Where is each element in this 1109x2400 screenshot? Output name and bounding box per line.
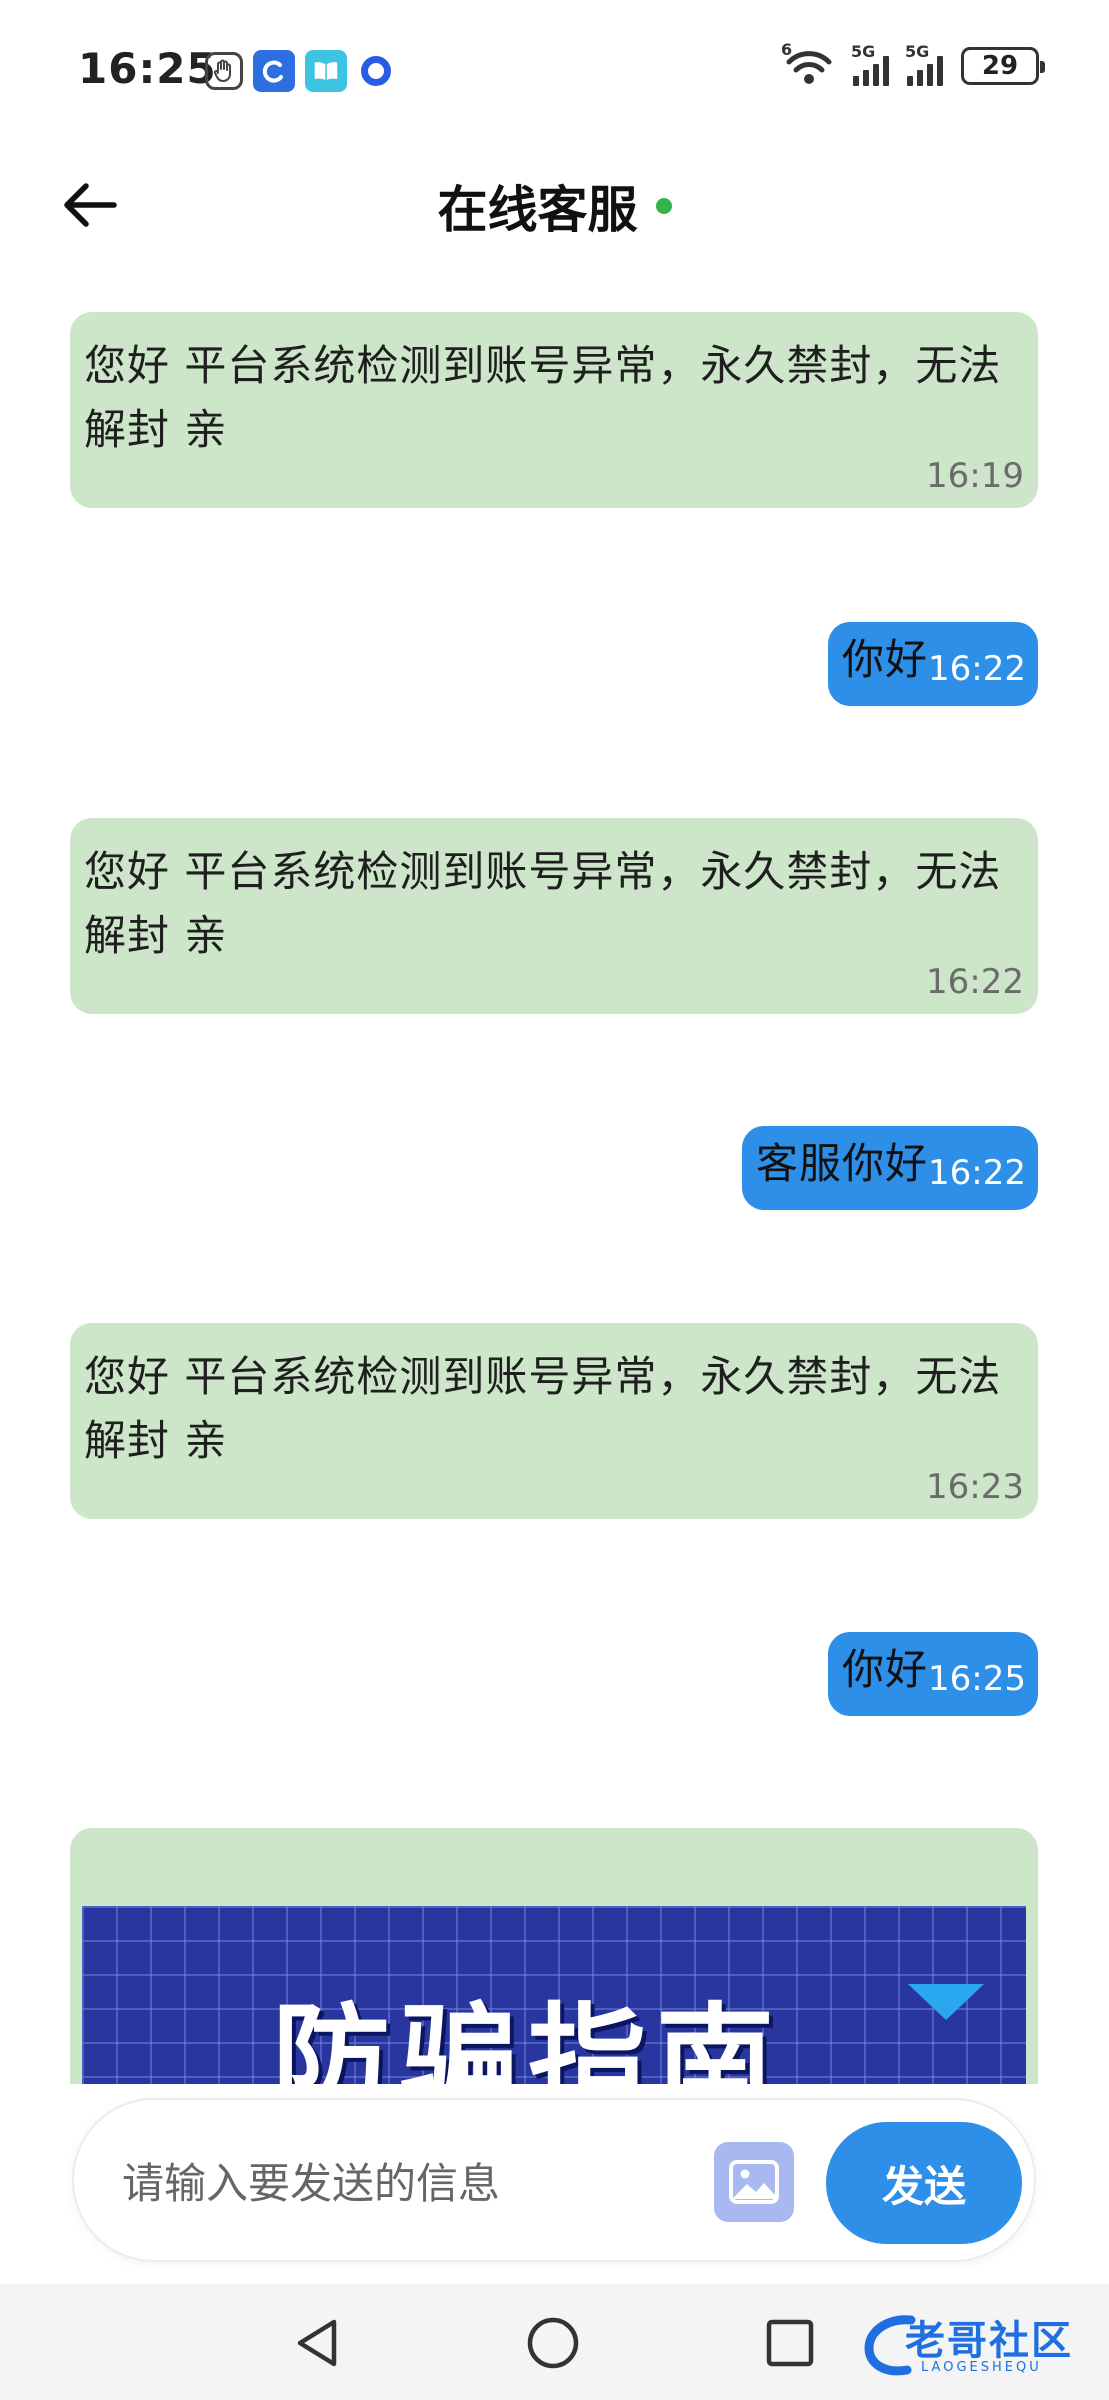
signal-icon-2: 5G <box>905 42 943 86</box>
message-text: 您好 平台系统检测到账号异常，永久禁封，无法解封 亲 <box>84 1352 1002 1465</box>
status-bar: 16:25 6 5G 5G 29 <box>0 0 1109 130</box>
message-input[interactable] <box>122 2148 722 2218</box>
page-title: 在线客服 <box>437 181 638 239</box>
message-text: 您好 平台系统检测到账号异常，永久禁封，无法解封 亲 <box>84 847 1002 960</box>
message-outgoing: 客服你好 16:22 <box>742 1126 1038 1210</box>
watermark-text: 老哥社区 <box>905 2318 1073 2364</box>
system-status-icons: 6 5G 5G 29 <box>781 40 1045 86</box>
triangle-back-icon <box>297 2319 337 2367</box>
battery-level: 29 <box>981 51 1019 81</box>
send-button[interactable]: 发送 <box>826 2122 1022 2244</box>
message-outgoing: 你好 16:25 <box>828 1632 1038 1716</box>
hand-icon <box>205 52 243 90</box>
circle-home-icon <box>527 2317 579 2369</box>
message-time: 16:22 <box>928 649 1026 689</box>
message-time: 16:19 <box>926 456 1024 496</box>
image-picker-button[interactable] <box>714 2142 794 2222</box>
message-time: 16:22 <box>926 962 1024 1002</box>
message-incoming: 您好 平台系统检测到账号异常，永久禁封，无法解封 亲 16:19 <box>70 312 1038 508</box>
system-nav-bar: 老哥社区 LAOGESHEQU <box>0 2284 1109 2400</box>
app-c-icon <box>253 50 295 92</box>
status-time: 16:25 <box>78 44 217 93</box>
anti-fraud-banner[interactable]: 防骗指南 <box>70 1828 1038 2084</box>
book-icon <box>305 50 347 92</box>
message-incoming: 您好 平台系统检测到账号异常，永久禁封，无法解封 亲 16:23 <box>70 1323 1038 1519</box>
online-status-dot <box>655 198 672 214</box>
triangle-down-icon <box>908 1984 984 2020</box>
message-time: 16:23 <box>926 1467 1024 1507</box>
watermark-subtext: LAOGESHEQU <box>921 2360 1042 2375</box>
message-time: 16:22 <box>928 1153 1026 1193</box>
title-group: 在线客服 <box>0 170 1109 242</box>
message-time: 16:25 <box>928 1659 1026 1699</box>
signal-icon-1: 5G <box>851 42 889 86</box>
message-text: 你好 <box>842 1644 929 1694</box>
wifi-badge: 6 <box>781 40 793 59</box>
battery-icon: 29 <box>961 47 1045 85</box>
banner-title: 防骗指南 <box>272 1991 785 2084</box>
watermark-logo: 老哥社区 LAOGESHEQU <box>861 2304 1091 2388</box>
notification-icons <box>205 50 391 92</box>
nav-back-button[interactable] <box>282 2308 352 2378</box>
nav-recents-button[interactable] <box>755 2308 825 2378</box>
wifi-icon: 6 <box>781 40 835 86</box>
chat-header: 在线客服 <box>0 140 1109 270</box>
square-recents-icon <box>766 2319 814 2367</box>
nav-home-button[interactable] <box>518 2308 588 2378</box>
message-outgoing: 你好 16:22 <box>828 622 1038 706</box>
banner-image: 防骗指南 <box>82 1906 1026 2084</box>
ring-icon <box>361 56 391 86</box>
message-text: 您好 平台系统检测到账号异常，永久禁封，无法解封 亲 <box>84 341 1002 454</box>
message-text: 客服你好 <box>756 1138 929 1188</box>
image-icon <box>729 2160 779 2204</box>
message-incoming: 您好 平台系统检测到账号异常，永久禁封，无法解封 亲 16:22 <box>70 818 1038 1014</box>
message-composer: 发送 <box>72 2098 1036 2262</box>
message-text: 你好 <box>842 634 929 684</box>
